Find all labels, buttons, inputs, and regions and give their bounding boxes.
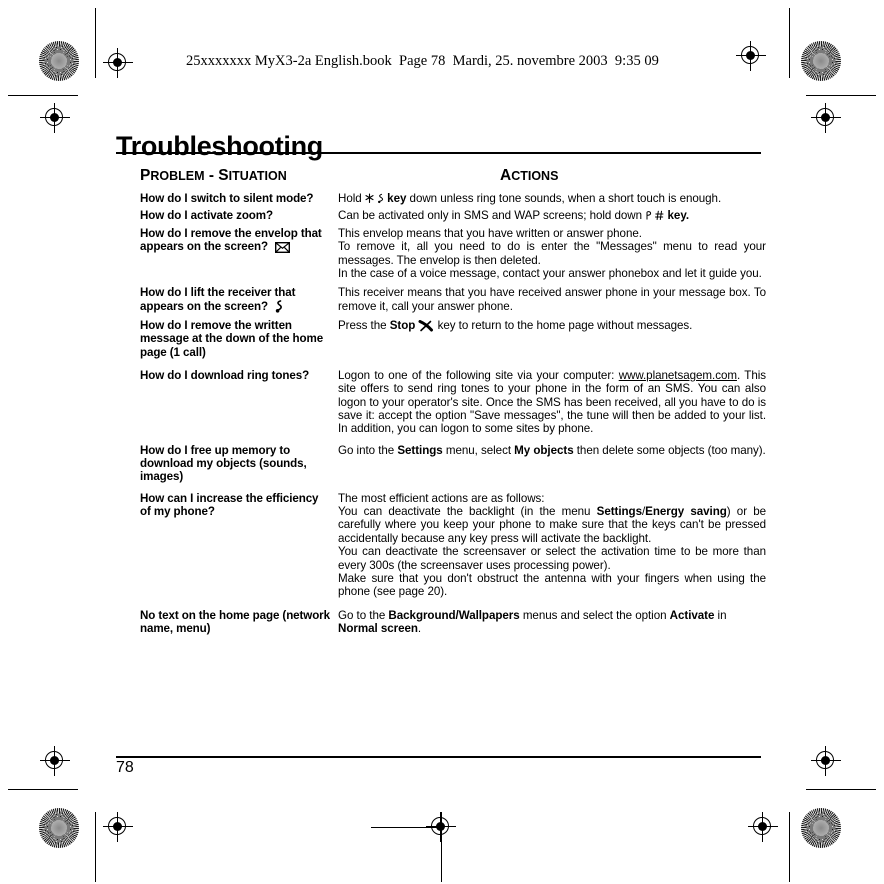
faq-question: How can I increase the efficiency of my … — [140, 491, 319, 518]
my-objects-menu-term: My objects — [514, 443, 574, 457]
settings-menu-term: Settings — [596, 504, 642, 518]
background-wallpapers-menu-term: Background/Wallpapers — [388, 608, 520, 622]
faq-question: No text on the home page (network name, … — [140, 608, 330, 635]
faq-question: How do I remove the envelop that appears… — [140, 226, 338, 254]
table-row: No text on the home page (network name, … — [140, 609, 766, 636]
faq-answer-paragraph: This receiver means that you have receiv… — [338, 286, 766, 313]
faq-answer: This envelop means that you have written… — [338, 227, 766, 281]
activate-option-term: Activate — [669, 608, 715, 622]
faq-answer: Hold key down unless ring tone sounds, w… — [338, 192, 722, 205]
faq-answer: The most efficient actions are as follow… — [338, 491, 766, 599]
faq-answer-lead: Logon to one of the following site via y… — [338, 368, 619, 382]
manual-page: 25xxxxxxx MyX3-2a English.book Page 78 M… — [0, 0, 884, 884]
faq-answer-paragraph: In the case of a voice message, contact … — [338, 267, 762, 281]
footer-divider — [116, 756, 761, 758]
troubleshooting-table: How do I switch to silent mode? Hold key… — [140, 192, 766, 636]
p-key-icon — [645, 210, 652, 221]
faq-question-text: How do I remove the envelop that appears… — [140, 226, 322, 254]
page-title: Troubleshooting — [116, 131, 323, 162]
note-key-icon — [377, 193, 384, 204]
table-row: How do I remove the envelop that appears… — [140, 227, 766, 281]
faq-answer-paragraph: The most efficient actions are as follow… — [338, 491, 545, 505]
star-key-icon — [365, 193, 374, 204]
hangup-key-icon — [418, 320, 434, 332]
faq-answer: Go into the Settings menu, select My obj… — [338, 443, 766, 457]
table-row: How do I switch to silent mode? Hold key… — [140, 192, 766, 205]
faq-answer-paragraph: You can deactivate the screensaver or se… — [338, 545, 766, 572]
table-row: How do I lift the receiver that appears … — [140, 286, 766, 313]
faq-answer: Can be activated only in SMS and WAP scr… — [338, 209, 690, 223]
faq-answer: This receiver means that you have receiv… — [338, 286, 766, 313]
book-file-header: 25xxxxxxx MyX3-2a English.book Page 78 M… — [186, 53, 659, 69]
settings-menu-term: Settings — [397, 443, 443, 457]
faq-question: How do I free up memory to download my o… — [140, 443, 307, 484]
faq-question: How do I remove the written message at t… — [140, 319, 324, 359]
faq-question: How do I switch to silent mode? — [140, 192, 314, 205]
table-row: How do I activate zoom? Can be activated… — [140, 209, 766, 222]
energy-saving-menu-term: Energy saving — [645, 504, 727, 518]
faq-answer-paragraph: To remove it, all you need to do is ente… — [338, 240, 766, 267]
table-row: How do I remove the written message at t… — [140, 319, 766, 359]
handset-icon — [275, 299, 284, 313]
column-header-problem-situation: PROBLEM - SITUATION — [140, 167, 287, 184]
hash-key-icon — [655, 210, 664, 221]
faq-answer: Press the Stop key to return to the home… — [338, 319, 693, 333]
faq-answer: Logon to one of the following site via y… — [338, 369, 766, 436]
table-row: How can I increase the efficiency of my … — [140, 492, 766, 599]
normal-screen-term: Normal screen — [338, 622, 418, 636]
faq-question: How do I lift the receiver that appears … — [140, 286, 338, 312]
planetsagem-link[interactable]: www.planetsagem.com — [619, 369, 737, 382]
faq-question: How do I download ring tones? — [140, 368, 310, 382]
title-divider — [116, 152, 761, 154]
faq-answer: Go to the Background/Wallpapers menus an… — [338, 608, 727, 636]
table-row: How do I free up memory to download my o… — [140, 444, 766, 484]
faq-question-text: How do I lift the receiver that appears … — [140, 286, 296, 313]
table-row: How do I download ring tones? Logon to o… — [140, 369, 766, 436]
table-column-headers: PROBLEM - SITUATION ACTIONS — [140, 166, 765, 186]
page-number: 78 — [116, 759, 134, 776]
faq-question: How do I activate zoom? — [140, 209, 273, 223]
envelope-icon — [275, 242, 291, 254]
column-header-actions: ACTIONS — [500, 167, 559, 184]
faq-answer-paragraph: Make sure that you don't obstruct the an… — [338, 571, 766, 599]
faq-answer-paragraph: This envelop means that you have written… — [338, 226, 642, 240]
